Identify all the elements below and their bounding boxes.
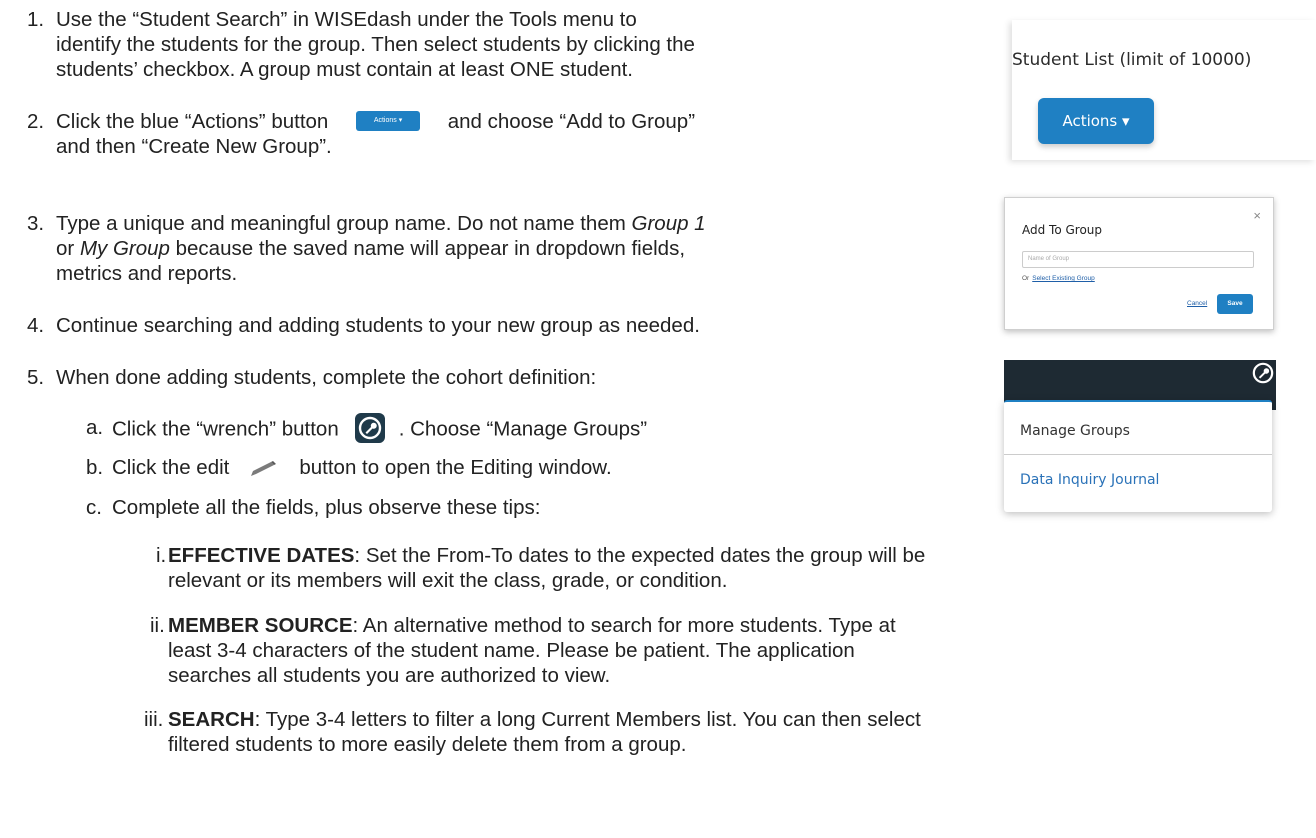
tip-label: MEMBER SOURCE (168, 614, 353, 637)
step-5a: a. Click the “wrench” button . Choose “M… (86, 413, 986, 445)
step-1: 1. Use the “Student Search” in WISEdash … (27, 7, 987, 82)
select-existing-row: Or Select Existing Group (1022, 275, 1095, 282)
actions-button-illustration: Actions ▾ (356, 110, 421, 131)
tip-text: : Set the From-To dates to the expected … (354, 544, 926, 567)
step-2: 2. Click the blue “Actions” button Actio… (27, 109, 987, 159)
cancel-link[interactable]: Cancel (1187, 300, 1207, 307)
step-5c: c. Complete all the fields, plus observe… (86, 495, 986, 520)
add-to-group-dialog: Add To Group × Name of Group Or Select Ex… (1004, 197, 1274, 330)
step-5c-line: Complete all the fields, plus observe th… (112, 496, 541, 519)
tip-i: i. EFFECTIVE DATES: Set the From-To date… (144, 543, 1316, 593)
step-3-italic: My Group (79, 237, 170, 260)
dialog-title: Add To Group (1022, 223, 1103, 237)
sub-letter: c. (86, 496, 102, 519)
step-3-text: or (56, 237, 80, 260)
step-number: 2. (27, 110, 45, 133)
tip-text: least 3-4 characters of the student name… (168, 639, 855, 662)
step-number: 3. (27, 212, 45, 235)
step-3-line: metrics and reports. (56, 262, 238, 285)
tip-text: : Type 3-4 letters to filter a long Curr… (254, 708, 921, 731)
step-2-text: Click the blue “Actions” button (56, 110, 329, 133)
divider (1004, 454, 1272, 455)
step-1-line: identify the students for the group. The… (56, 33, 695, 56)
tip-text: relevant or its members will exit the cl… (168, 569, 728, 592)
sub-letter: b. (86, 456, 104, 479)
tip-label: SEARCH (168, 708, 255, 731)
step-number: 4. (27, 314, 45, 337)
menu-item-manage-groups[interactable]: Manage Groups (1020, 423, 1130, 439)
tip-number: i. (156, 544, 167, 567)
actions-button[interactable]: Actions ▾ (1038, 98, 1154, 144)
student-list-screenshot: Student List (limit of 10000) Actions ▾ (1012, 20, 1316, 160)
step-4: 4. Continue searching and adding student… (27, 313, 987, 338)
tools-menu-screenshot: Manage Groups Data Inquiry Journal (1004, 360, 1276, 512)
step-5a-text: . Choose “Manage Groups” (398, 417, 648, 441)
wrench-icon (354, 413, 385, 443)
step-1-line: Use the “Student Search” in WISEdash und… (56, 8, 637, 31)
wrench-icon[interactable] (1252, 362, 1274, 384)
step-number: 1. (27, 8, 45, 31)
or-label: Or (1022, 275, 1030, 282)
tip-number: iii. (144, 708, 164, 731)
step-2-line: and then “Create New Group”. (56, 135, 332, 158)
step-2-text: and choose “Add to Group” (447, 110, 696, 133)
tip-ii: ii. MEMBER SOURCE: An alternative method… (144, 613, 1316, 688)
step-5b-text: button to open the Editing window. (299, 456, 612, 479)
pencil-icon (251, 460, 277, 476)
tip-number: ii. (150, 614, 165, 637)
sub-letter: a. (86, 416, 104, 439)
step-number: 5. (27, 366, 45, 389)
close-icon[interactable]: × (1253, 208, 1261, 223)
tip-label: EFFECTIVE DATES (168, 544, 355, 567)
tip-text: filtered students to more easily delete … (168, 733, 687, 756)
student-list-title: Student List (limit of 10000) (1012, 50, 1252, 70)
tip-text: : An alternative method to search for mo… (352, 614, 896, 637)
step-4-line: Continue searching and adding students t… (56, 314, 700, 337)
step-5a-text: Click the “wrench” button (112, 417, 339, 441)
group-name-input[interactable]: Name of Group (1022, 251, 1254, 268)
menu-item-data-inquiry-journal[interactable]: Data Inquiry Journal (1020, 472, 1159, 488)
tip-iii: iii. SEARCH: Type 3-4 letters to filter … (144, 707, 1316, 757)
step-3-text: Type a unique and meaningful group name.… (56, 212, 632, 235)
step-1-line: students’ checkbox. A group must contain… (56, 58, 633, 81)
step-5-line: When done adding students, complete the … (56, 366, 597, 389)
select-existing-group-link[interactable]: Select Existing Group (1032, 275, 1095, 282)
step-3: 3. Type a unique and meaningful group na… (27, 211, 997, 286)
step-3-italic: Group 1 (631, 212, 706, 235)
tip-text: searches all students you are authorized… (168, 664, 611, 687)
step-3-text: because the saved name will appear in dr… (169, 237, 686, 260)
step-5b-text: Click the edit (112, 456, 230, 479)
save-button[interactable]: Save (1217, 294, 1253, 314)
tools-dropdown: Manage Groups Data Inquiry Journal (1004, 400, 1272, 512)
step-5b: b. Click the edit button to open the Edi… (86, 455, 986, 480)
step-5: 5. When done adding students, complete t… (27, 365, 987, 390)
